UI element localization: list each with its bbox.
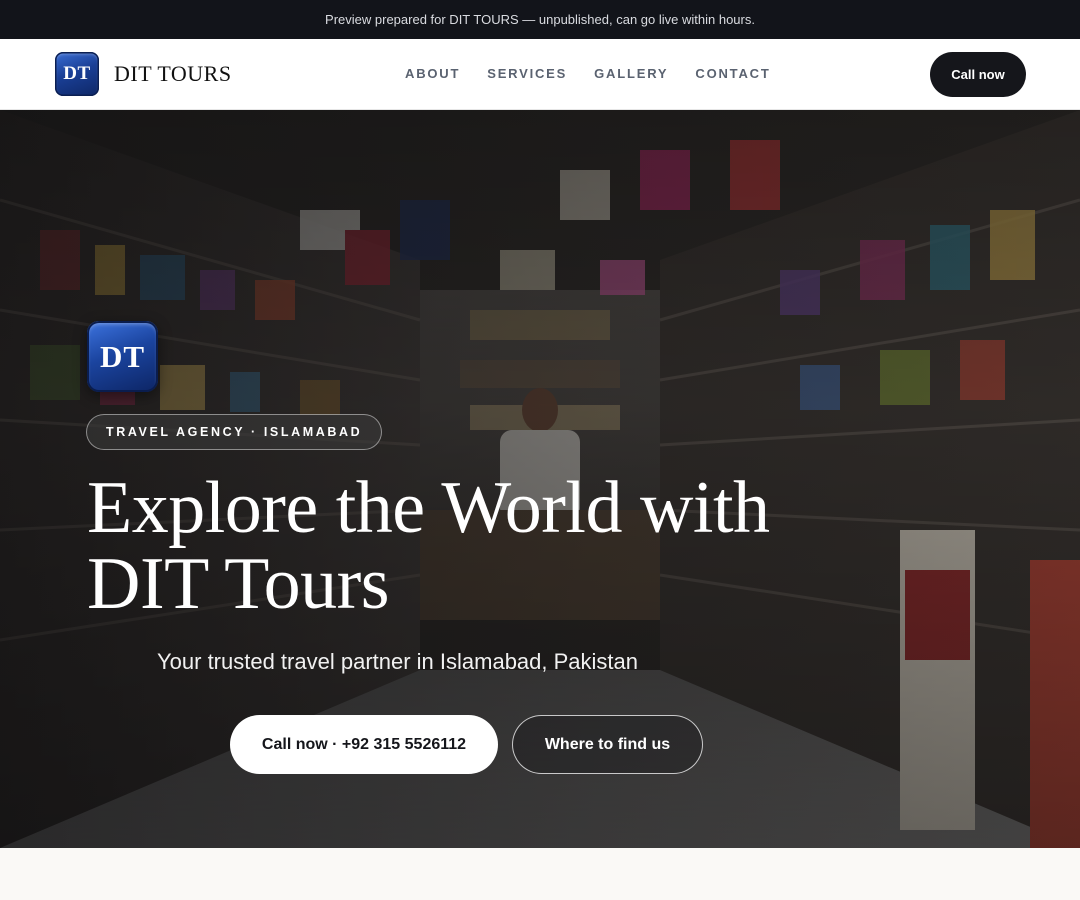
hero-logo: DT [87, 321, 158, 392]
nav-link-services[interactable]: SERVICES [487, 66, 567, 81]
hero-title-line2: DIT Tours [87, 543, 390, 625]
nav-link-about[interactable]: ABOUT [405, 66, 460, 81]
preview-banner-text: Preview prepared for DIT TOURS — unpubli… [325, 12, 755, 27]
nav-link-gallery[interactable]: GALLERY [594, 66, 668, 81]
brand-name[interactable]: DIT TOURS [114, 61, 232, 87]
hero-badge: TRAVEL AGENCY · ISLAMABAD [86, 414, 383, 450]
hero-section: DT TRAVEL AGENCY · ISLAMABAD Explore the… [0, 110, 1080, 848]
hero-subtitle: Your trusted travel partner in Islamabad… [157, 649, 639, 674]
brand-logo[interactable]: DT [55, 52, 99, 96]
nav-link-contact[interactable]: CONTACT [695, 66, 770, 81]
where-to-find-us-button[interactable]: Where to find us [512, 715, 703, 774]
site-header: DT DIT TOURS ABOUT SERVICES GALLERY CONT… [0, 39, 1080, 110]
main-nav: ABOUT SERVICES GALLERY CONTACT [405, 66, 771, 81]
hero-title: Explore the World with DIT Tours [87, 470, 847, 622]
preview-banner: Preview prepared for DIT TOURS — unpubli… [0, 0, 1080, 39]
call-now-button[interactable]: Call now · +92 315 5526112 [230, 715, 498, 774]
hero-title-line1: Explore the World with [87, 467, 770, 549]
header-call-button[interactable]: Call now [930, 52, 1026, 97]
